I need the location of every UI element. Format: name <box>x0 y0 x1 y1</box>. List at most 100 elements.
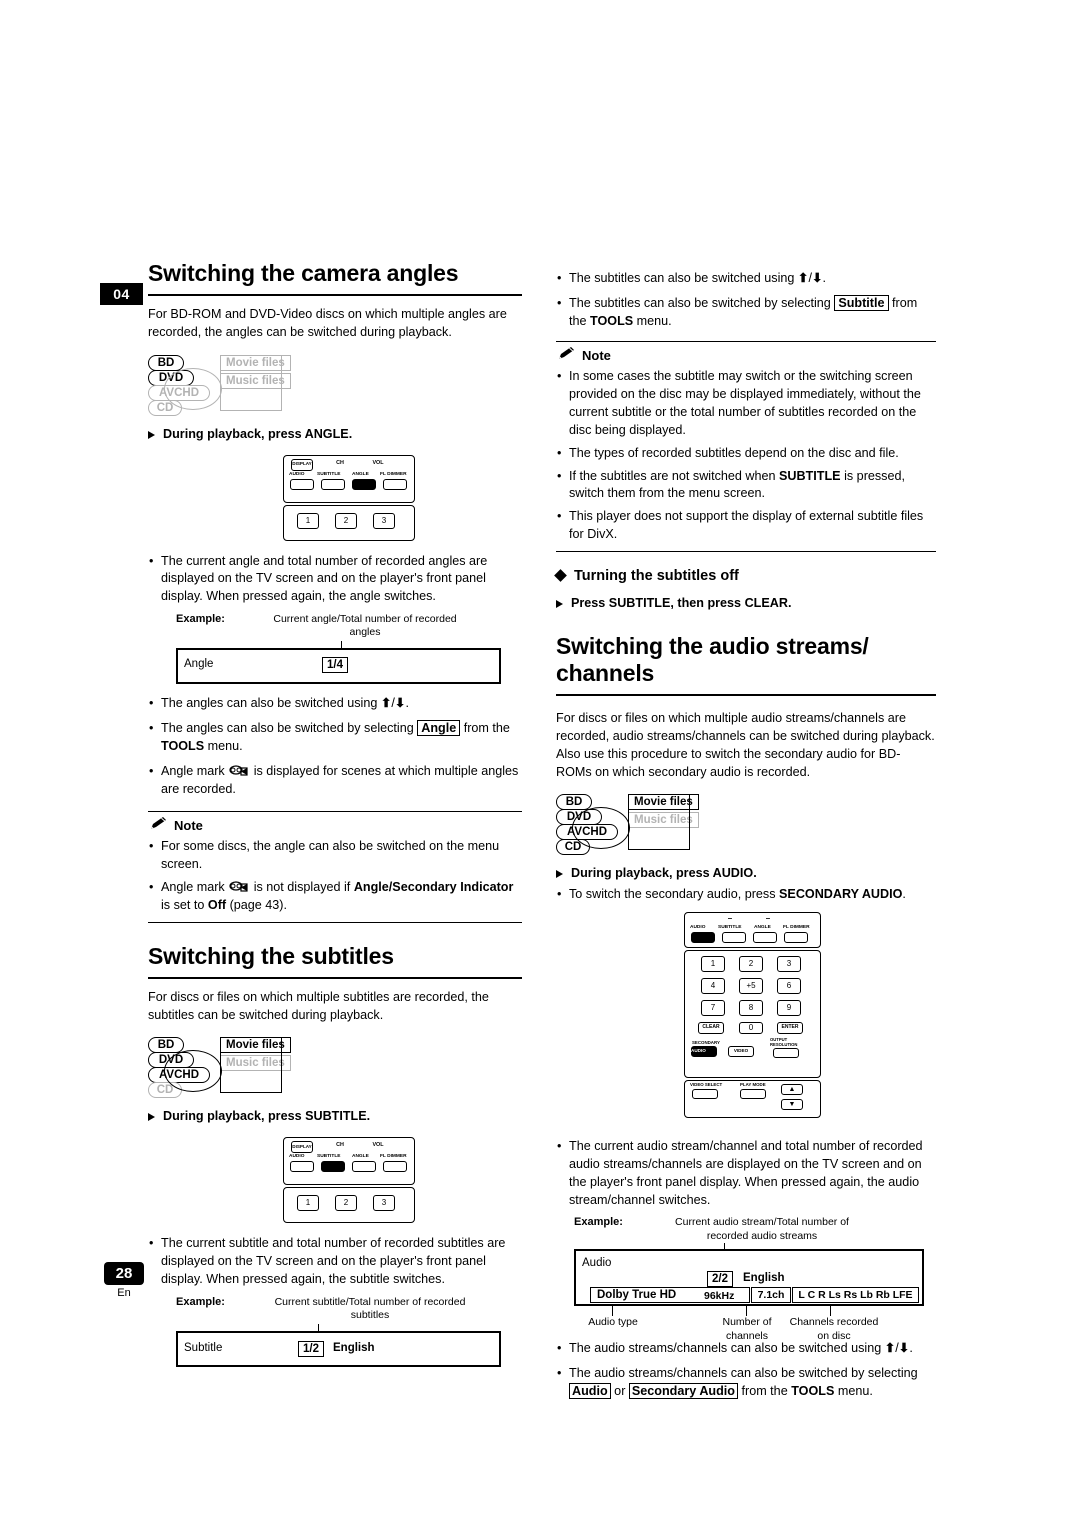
remote-button-enter[interactable]: ENTER <box>777 1021 803 1034</box>
remote-text-audio: AUDIO <box>289 471 305 477</box>
remote-button-audio-highlighted[interactable] <box>691 931 715 943</box>
remote-button-subtitle[interactable] <box>722 931 746 943</box>
bullet: The subtitles can also be switched by se… <box>556 294 936 331</box>
remote-button-3[interactable]: 3 <box>777 955 801 972</box>
osd-audio-value: 2/2 <box>707 1271 733 1288</box>
diamond-bullet-icon <box>554 569 567 582</box>
remote-button-fl-dimmer[interactable] <box>383 478 407 490</box>
example-label: Example: <box>176 1295 225 1308</box>
note-heading: Note <box>148 816 522 837</box>
bullet-angle-mark: Angle mark is displayed for scenes at wh… <box>148 763 522 799</box>
remote-button-4[interactable]: 4 <box>701 977 725 994</box>
osd-angle-value: 1/4 <box>322 657 348 674</box>
angle-bullets-1: The current angle and total number of re… <box>148 553 522 607</box>
remote-button-8[interactable]: 8 <box>739 999 763 1016</box>
remote-button-angle[interactable] <box>753 931 777 943</box>
remote-button-display[interactable]: DISPLAY <box>291 458 313 471</box>
remote-button-angle[interactable] <box>352 1161 376 1173</box>
remote-button-clear[interactable]: CLEAR <box>698 1021 724 1034</box>
subtitle-bullets: The current subtitle and total number of… <box>148 1235 522 1289</box>
remote-button-1[interactable]: 1 <box>297 512 319 529</box>
remote-button-5[interactable]: +5 <box>739 977 763 994</box>
remote-button-fl-dimmer[interactable] <box>784 931 808 943</box>
remote-text-fl-dimmer: FL DIMMER <box>783 924 810 930</box>
remote-button-output-resolution[interactable] <box>773 1047 799 1058</box>
remote-text-angle: ANGLE <box>352 471 369 477</box>
remote-button-2[interactable]: 2 <box>335 512 357 529</box>
remote-button-subtitle-highlighted[interactable] <box>321 1161 345 1173</box>
remote-button-play-mode[interactable] <box>740 1088 766 1099</box>
note-item: The types of recorded subtitles depend o… <box>556 445 936 463</box>
remote-button-2[interactable]: 2 <box>335 1195 357 1212</box>
osd-angle-label: Angle <box>184 658 214 671</box>
badge-bd: BD <box>148 354 184 371</box>
angle-mark-icon <box>228 881 250 894</box>
pencil-icon <box>149 816 169 832</box>
bullet: The current subtitle and total number of… <box>148 1235 522 1289</box>
remote-text-secondary: SECONDARY <box>692 1039 720 1045</box>
pencil-icon <box>557 346 577 362</box>
remote-button-9[interactable]: 9 <box>777 999 801 1016</box>
subtitles-intro: For discs or files on which multiple sub… <box>148 989 489 1022</box>
remote-button-display[interactable]: DISPLAY <box>291 1141 313 1154</box>
manual-page: 04 28 En Switching the camera angles For… <box>0 0 1080 1524</box>
remote-button-0[interactable]: 0 <box>739 1021 763 1034</box>
disc-ellipse <box>164 1050 222 1093</box>
remote-text-play-mode: PLAY MODE <box>740 1081 766 1087</box>
remote-text-secondary-audio: AUDIO <box>691 1047 706 1053</box>
remote-label-ch: CH <box>336 1142 344 1149</box>
remote-button-video-select[interactable] <box>692 1088 718 1099</box>
caption-leader-3 <box>830 1306 831 1317</box>
remote-button-7[interactable]: 7 <box>701 999 725 1016</box>
bullet: The angles can also be switched by selec… <box>148 720 522 756</box>
remote-button-angle-highlighted[interactable] <box>352 478 376 490</box>
remote-text-audio: AUDIO <box>690 924 706 930</box>
note-box-angles: Note For some discs, the angle can also … <box>148 810 522 923</box>
example-angle: Example: Current angle/Total number of r… <box>148 613 522 687</box>
section-title-camera-angles: Switching the camera angles <box>148 260 522 297</box>
caption-leader-2 <box>746 1306 747 1317</box>
bullet: The audio streams/channels can also be s… <box>556 1340 936 1358</box>
remote-button-audio[interactable] <box>290 478 314 490</box>
remote-label-vol: VOL <box>372 459 384 466</box>
example-caption: Current subtitle/Total number of recorde… <box>274 1295 466 1321</box>
remote-text-subtitle: SUBTITLE <box>317 1154 341 1160</box>
remote-button-3[interactable]: 3 <box>373 1195 395 1212</box>
osd-audio-samplerate: 96kHz <box>704 1290 735 1303</box>
remote-button-3[interactable]: 3 <box>373 512 395 529</box>
subtitle-bullets-continued: The subtitles can also be switched using… <box>556 270 936 331</box>
example-subtitle: Example: Current subtitle/Total number o… <box>148 1296 522 1368</box>
remote-button-2[interactable]: 2 <box>739 955 763 972</box>
remote-text-angle: ANGLE <box>352 1154 369 1160</box>
bullet: The audio streams/channels can also be s… <box>556 1365 936 1401</box>
osd-subtitle-label: Subtitle <box>184 1341 223 1354</box>
angle-mark-icon <box>228 765 250 778</box>
note-items-subtitles: In some cases the subtitle may switch or… <box>556 368 936 544</box>
note-box-subtitles: Note In some cases the subtitle may swit… <box>556 340 936 553</box>
left-column: Switching the camera angles For BD-ROM a… <box>148 260 522 1368</box>
remote-button-secondary-video[interactable]: VIDEO <box>728 1045 754 1057</box>
audio-bullets-2: The audio streams/channels can also be s… <box>556 1340 936 1401</box>
remote-button-audio[interactable] <box>290 1161 314 1173</box>
remote-button-down[interactable]: ▼ <box>781 1098 803 1110</box>
remote-button-1[interactable]: 1 <box>701 955 725 972</box>
remote-button-fl-dimmer[interactable] <box>383 1161 407 1173</box>
disc-compatibility-angles: BD DVD AVCHD CD Movie files Music files <box>148 354 522 416</box>
camera-angles-intro: For BD-ROM and DVD-Video discs on which … <box>148 307 507 339</box>
remote-button-subtitle[interactable] <box>321 478 345 490</box>
step-press-subtitle-clear: Press SUBTITLE, then press CLEAR. <box>556 595 936 613</box>
note-item: Angle mark is not displayed if Angle/Sec… <box>148 879 522 915</box>
remote-button-1[interactable]: 1 <box>297 1195 319 1212</box>
remote-diagram-audio: – – AUDIO SUBTITLE ANGLE FL DIMMER 1 2 3… <box>684 911 821 1122</box>
osd-subtitle-language: English <box>333 1341 375 1354</box>
note-title: Note <box>174 817 203 833</box>
example-label: Example: <box>176 613 225 626</box>
disc-compatibility-subtitles: BD DVD AVCHD CD Movie files Music files <box>148 1037 522 1099</box>
remote-button-up[interactable]: ▲ <box>781 1083 803 1095</box>
bullet: To switch the secondary audio, press SEC… <box>556 886 936 904</box>
badge-bd: BD <box>148 1037 184 1054</box>
note-item: For some discs, the angle can also be sw… <box>148 838 522 874</box>
remote-text-subtitle: SUBTITLE <box>317 471 341 477</box>
remote-button-6[interactable]: 6 <box>777 977 801 994</box>
example-caption: Current angle/Total number of recorded a… <box>273 613 457 639</box>
